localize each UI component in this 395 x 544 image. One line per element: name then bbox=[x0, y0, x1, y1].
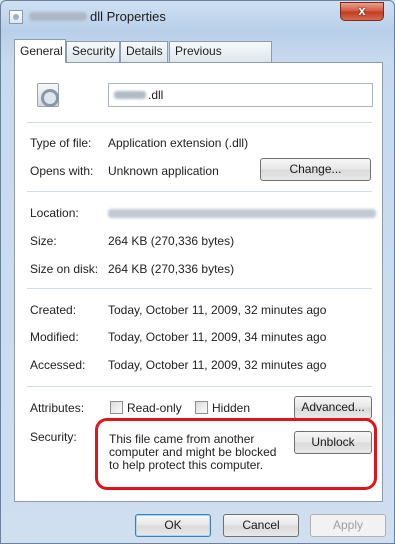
created-label: Created: bbox=[30, 303, 77, 317]
size-on-disk-value: 264 KB (270,336 bytes) bbox=[108, 262, 235, 276]
location-label: Location: bbox=[30, 206, 79, 220]
hidden-label[interactable]: Hidden bbox=[212, 401, 250, 415]
file-icon bbox=[9, 10, 23, 24]
advanced-button[interactable]: Advanced... bbox=[294, 396, 372, 419]
size-value: 264 KB (270,336 bytes) bbox=[108, 234, 235, 248]
change-button[interactable]: Change... bbox=[260, 158, 371, 181]
ok-button[interactable]: OK bbox=[135, 514, 211, 537]
opens-with-label: Opens with: bbox=[30, 164, 94, 178]
filename-extension: .dll bbox=[148, 88, 164, 102]
title-bar[interactable]: dll Properties x bbox=[1, 1, 394, 31]
blurred-filename bbox=[29, 12, 87, 21]
unblock-button[interactable]: Unblock bbox=[294, 431, 372, 454]
window-title: dll Properties bbox=[90, 9, 166, 24]
filename-field[interactable]: .dll bbox=[108, 83, 373, 107]
created-value: Today, October 11, 2009, 32 minutes ago bbox=[108, 303, 327, 317]
modified-label: Modified: bbox=[30, 330, 79, 344]
accessed-value: Today, October 11, 2009, 32 minutes ago bbox=[108, 358, 327, 372]
dll-file-icon bbox=[37, 83, 59, 107]
separator bbox=[27, 288, 372, 289]
read-only-label[interactable]: Read-only bbox=[127, 401, 182, 415]
size-on-disk-label: Size on disk: bbox=[30, 262, 99, 276]
tab-general[interactable]: General bbox=[14, 39, 66, 63]
general-panel: .dll Type of file: Application extension… bbox=[14, 62, 383, 502]
type-label: Type of file: bbox=[30, 136, 92, 150]
separator bbox=[27, 122, 372, 123]
tab-previous-versions[interactable]: Previous Versions bbox=[169, 41, 272, 77]
tab-security[interactable]: Security bbox=[66, 41, 120, 62]
accessed-label: Accessed: bbox=[30, 358, 86, 372]
security-warning-text: This file came from another computer and… bbox=[109, 432, 277, 472]
close-button[interactable]: x bbox=[340, 2, 384, 21]
apply-button[interactable]: Apply bbox=[310, 514, 386, 537]
hidden-checkbox[interactable] bbox=[195, 401, 208, 414]
properties-dialog: dll Properties x General Security Detail… bbox=[0, 0, 395, 544]
size-label: Size: bbox=[30, 234, 57, 248]
modified-value: Today, October 11, 2009, 34 minutes ago bbox=[108, 330, 327, 344]
separator bbox=[27, 386, 372, 387]
separator bbox=[27, 191, 372, 192]
cancel-button[interactable]: Cancel bbox=[223, 514, 299, 537]
security-label: Security: bbox=[30, 430, 77, 444]
read-only-checkbox[interactable] bbox=[110, 401, 123, 414]
blurred-filename bbox=[114, 91, 146, 99]
attributes-label: Attributes: bbox=[30, 401, 85, 415]
opens-with-value: Unknown application bbox=[108, 164, 219, 178]
type-value: Application extension (.dll) bbox=[108, 136, 249, 150]
blurred-location-path bbox=[108, 209, 376, 218]
tab-details[interactable]: Details bbox=[120, 41, 168, 62]
